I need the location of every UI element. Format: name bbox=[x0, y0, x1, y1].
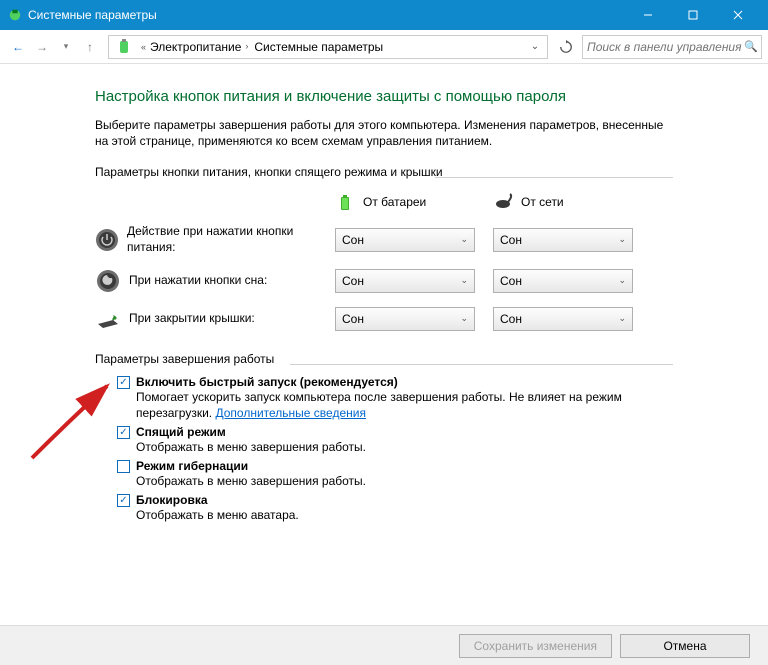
intro-text: Выберите параметры завершения работы для… bbox=[95, 117, 673, 149]
sleep-button-battery-select[interactable]: Сон⌄ bbox=[335, 269, 475, 293]
toolbar: ← → ▾ ↑ « Электропитание › Системные пар… bbox=[0, 30, 768, 64]
sleep-button-icon bbox=[95, 268, 121, 294]
page-title: Настройка кнопок питания и включение защ… bbox=[95, 88, 673, 105]
chevron-right-icon: › bbox=[245, 41, 248, 51]
chevron-down-icon: ⌄ bbox=[618, 275, 626, 286]
check-hibernate-desc: Отображать в меню завершения работы. bbox=[136, 473, 673, 489]
row-lid-close-label: При закрытии крышки: bbox=[129, 311, 263, 327]
save-button: Сохранить изменения bbox=[459, 634, 612, 658]
check-fast-startup-title: Включить быстрый запуск (рекомендуется) bbox=[136, 375, 673, 389]
check-fast-startup: ✓ Включить быстрый запуск (рекомендуется… bbox=[95, 373, 673, 423]
row-lid-close: При закрытии крышки: Сон⌄ Сон⌄ bbox=[95, 300, 673, 338]
window-title: Системные параметры bbox=[28, 8, 625, 22]
maximize-button[interactable] bbox=[670, 0, 715, 30]
cancel-button[interactable]: Отмена bbox=[620, 634, 750, 658]
minimize-button[interactable] bbox=[625, 0, 670, 30]
chevron-down-icon: ⌄ bbox=[460, 234, 468, 245]
forward-button[interactable]: → bbox=[30, 35, 54, 59]
check-hibernate: ✓ Режим гибернации Отображать в меню зав… bbox=[95, 457, 673, 491]
footer: Сохранить изменения Отмена bbox=[0, 625, 768, 665]
check-lock: ✓ Блокировка Отображать в меню аватара. bbox=[95, 491, 673, 525]
ac-plug-icon bbox=[493, 192, 513, 212]
breadcrumb-dropdown[interactable]: ⌄ bbox=[527, 41, 543, 52]
lid-close-icon bbox=[95, 306, 121, 332]
battery-icon bbox=[335, 192, 355, 212]
lid-close-battery-select[interactable]: Сон⌄ bbox=[335, 307, 475, 331]
breadcrumb-item[interactable]: Системные параметры bbox=[254, 40, 383, 54]
search-input[interactable] bbox=[587, 40, 744, 54]
app-icon bbox=[8, 8, 22, 22]
power-button-ac-select[interactable]: Сон⌄ bbox=[493, 228, 633, 252]
check-fast-startup-desc: Помогает ускорить запуск компьютера посл… bbox=[136, 389, 673, 421]
section-shutdown-label: Параметры завершения работы bbox=[95, 352, 673, 366]
content-area: Настройка кнопок питания и включение защ… bbox=[0, 64, 768, 536]
row-sleep-button: При нажатии кнопки сна: Сон⌄ Сон⌄ bbox=[95, 262, 673, 300]
row-power-button-label: Действие при нажатии кнопки питания: bbox=[127, 224, 335, 255]
power-columns-header: От батареи От сети bbox=[95, 184, 673, 218]
checkbox-sleep-mode[interactable]: ✓ bbox=[117, 426, 130, 439]
power-options-icon bbox=[117, 39, 133, 55]
chevron-down-icon: ⌄ bbox=[618, 234, 626, 245]
check-sleep-title: Спящий режим bbox=[136, 425, 673, 439]
check-lock-desc: Отображать в меню аватара. bbox=[136, 507, 673, 523]
power-button-battery-select[interactable]: Сон⌄ bbox=[335, 228, 475, 252]
check-hibernate-title: Режим гибернации bbox=[136, 459, 673, 473]
search-box[interactable]: 🔍 bbox=[582, 35, 762, 59]
check-sleep-desc: Отображать в меню завершения работы. bbox=[136, 439, 673, 455]
column-ac-label: От сети bbox=[521, 195, 564, 209]
chevron-down-icon: ⌄ bbox=[460, 275, 468, 286]
up-button[interactable]: ↑ bbox=[78, 35, 102, 59]
search-icon[interactable]: 🔍 bbox=[744, 40, 758, 53]
close-button[interactable] bbox=[715, 0, 760, 30]
refresh-button[interactable] bbox=[554, 35, 578, 59]
sleep-button-ac-select[interactable]: Сон⌄ bbox=[493, 269, 633, 293]
breadcrumb[interactable]: « Электропитание › Системные параметры ⌄ bbox=[108, 35, 548, 59]
window-titlebar: Системные параметры bbox=[0, 0, 768, 30]
section-power-buttons-label: Параметры кнопки питания, кнопки спящего… bbox=[95, 165, 673, 179]
more-info-link[interactable]: Дополнительные сведения bbox=[215, 406, 365, 420]
check-sleep-mode: ✓ Спящий режим Отображать в меню заверше… bbox=[95, 423, 673, 457]
breadcrumb-item[interactable]: Электропитание bbox=[150, 40, 241, 54]
lid-close-ac-select[interactable]: Сон⌄ bbox=[493, 307, 633, 331]
chevron-down-icon: ⌄ bbox=[618, 313, 626, 324]
chevron-down-icon: ⌄ bbox=[460, 313, 468, 324]
checkbox-lock[interactable]: ✓ bbox=[117, 494, 130, 507]
check-lock-title: Блокировка bbox=[136, 493, 673, 507]
checkbox-hibernate[interactable]: ✓ bbox=[117, 460, 130, 473]
row-power-button: Действие при нажатии кнопки питания: Сон… bbox=[95, 218, 673, 261]
column-battery-label: От батареи bbox=[363, 195, 426, 209]
recent-button[interactable]: ▾ bbox=[54, 35, 78, 59]
power-button-icon bbox=[95, 227, 119, 253]
row-sleep-button-label: При нажатии кнопки сна: bbox=[129, 273, 275, 289]
checkbox-fast-startup[interactable]: ✓ bbox=[117, 376, 130, 389]
back-button[interactable]: ← bbox=[6, 35, 30, 59]
